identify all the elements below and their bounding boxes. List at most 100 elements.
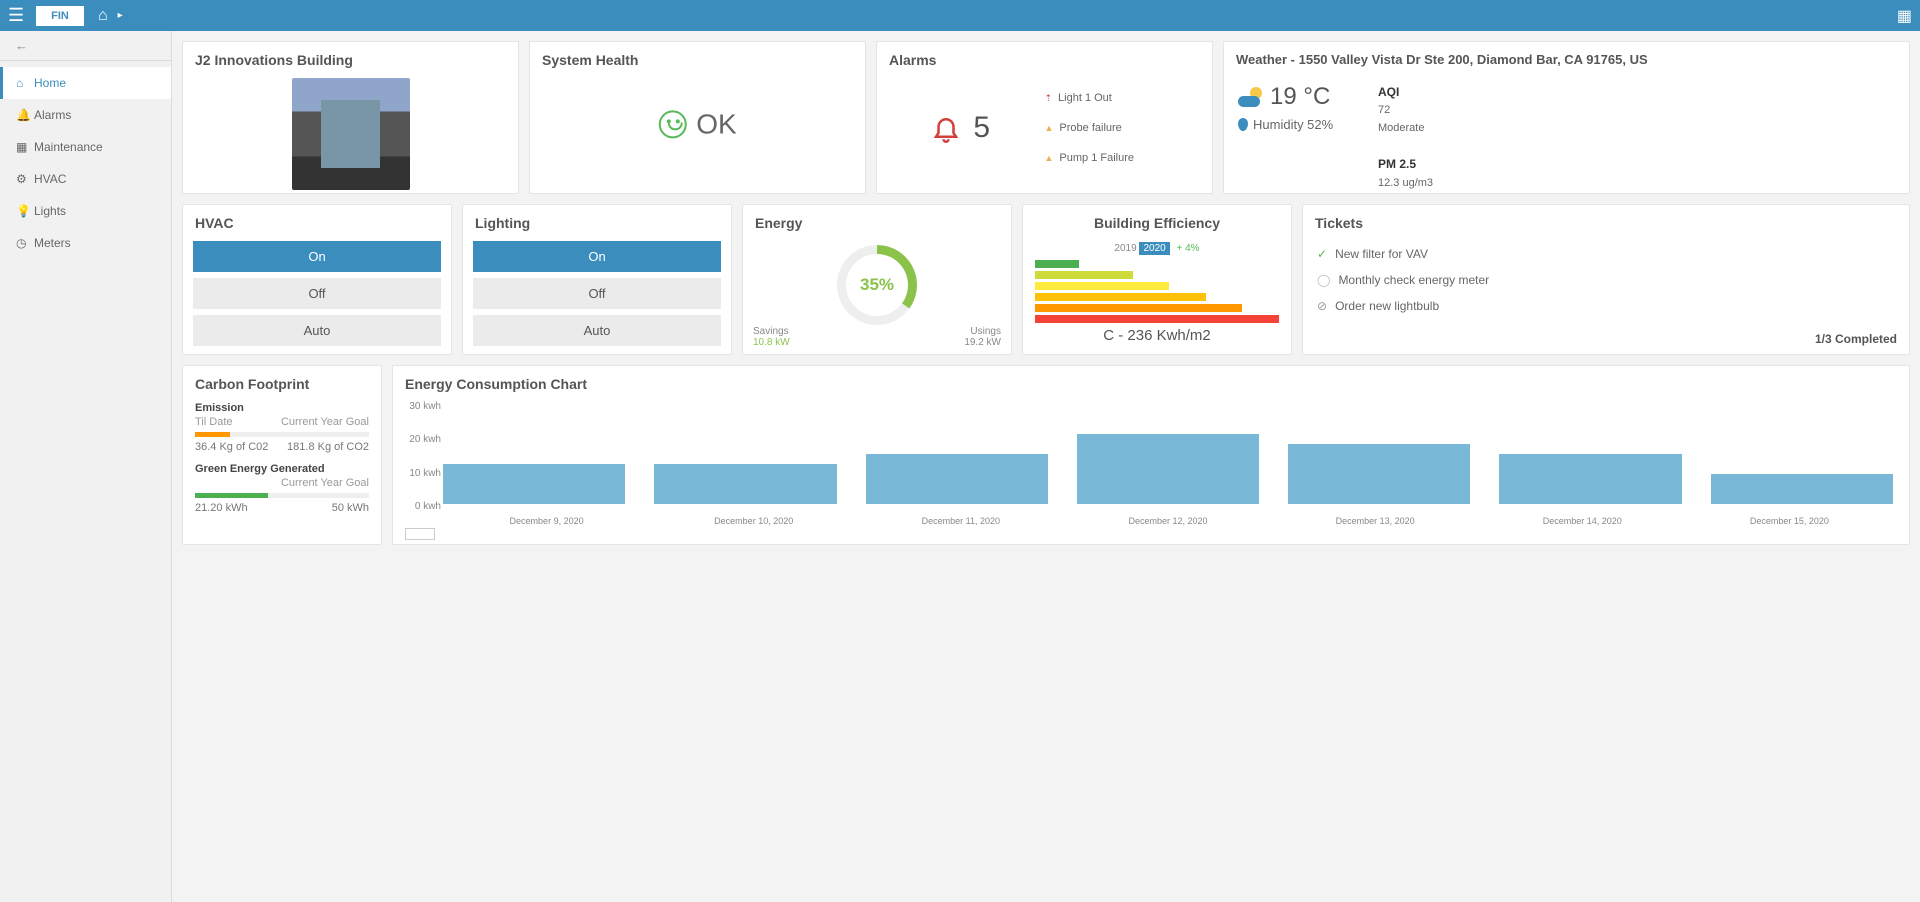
emission-label: Emission (195, 402, 244, 414)
building-title: J2 Innovations Building (183, 42, 518, 78)
nav-icon: ⚙ (16, 172, 34, 186)
ticket-item[interactable]: New filter for VAV (1335, 247, 1428, 261)
back-button[interactable]: ← (0, 31, 171, 61)
tickets-completed: 1/3 Completed (1815, 332, 1897, 346)
nav-icon: 💡 (16, 204, 34, 218)
emission-value: 36.4 Kg of C02 (195, 441, 268, 453)
chart-xlabel: December 10, 2020 (650, 516, 857, 526)
goal-label: Current Year Goal (281, 416, 369, 428)
chart-ytick: 30 kwh (409, 401, 441, 412)
chart-bar[interactable] (1499, 454, 1681, 504)
nav-label: Meters (34, 236, 71, 250)
chart-ytick: 0 kwh (415, 501, 441, 512)
nav-label: Home (34, 76, 66, 90)
chart-ytick: 20 kwh (409, 434, 441, 445)
alarm-item[interactable]: Light 1 Out (1045, 92, 1213, 104)
chart-bar[interactable] (443, 464, 625, 504)
energy-gauge: 35% (837, 245, 917, 325)
chart-xlabel: December 12, 2020 (1064, 516, 1271, 526)
nav-icon: ◷ (16, 236, 34, 250)
chart-xlabel: December 14, 2020 (1479, 516, 1686, 526)
hamburger-icon[interactable]: ☰ (8, 5, 28, 26)
sidebar-item-lights[interactable]: 💡Lights (0, 195, 171, 227)
green-label: Green Energy Generated (195, 463, 325, 475)
smile-icon (658, 110, 686, 138)
lighting-auto-button[interactable]: Auto (473, 315, 721, 346)
nav-label: Alarms (34, 108, 71, 122)
tildate: Til Date (195, 416, 233, 428)
nav-label: Lights (34, 204, 66, 218)
aqi-value: 72 (1378, 104, 1390, 116)
carbon-card: Carbon Footprint Emission Til Date Curren… (182, 365, 382, 545)
chart-bar[interactable] (1711, 474, 1893, 504)
chevron-right-icon[interactable]: ▸ (118, 10, 123, 21)
ticket-item[interactable]: Monthly check energy meter (1338, 273, 1489, 287)
hvac-off-button[interactable]: Off (193, 278, 441, 309)
apps-grid-icon[interactable]: ▦ (1897, 6, 1912, 26)
nav-icon: 🔔 (16, 108, 34, 122)
alarm-item[interactable]: Pump 1 Failure (1045, 152, 1213, 164)
chart-xlabel: December 13, 2020 (1272, 516, 1479, 526)
circle-icon: ◯ (1317, 273, 1330, 287)
sidebar: ← ⌂Home🔔Alarms▦Maintenance⚙HVAC💡Lights◷M… (0, 31, 172, 902)
home-icon[interactable]: ⌂ (98, 7, 108, 25)
pm-label: PM 2.5 (1378, 157, 1416, 171)
sidebar-item-hvac[interactable]: ⚙HVAC (0, 163, 171, 195)
chart-title: Energy Consumption Chart (393, 366, 1909, 402)
eff-title: Building Efficiency (1023, 205, 1291, 241)
energy-chart-card: Energy Consumption Chart 30 kwh 20 kwh 10 … (392, 365, 1910, 545)
sidebar-item-meters[interactable]: ◷Meters (0, 227, 171, 259)
alarms-count: 5 (973, 111, 990, 145)
chart-bar[interactable] (654, 464, 836, 504)
nav-icon: ⌂ (16, 76, 34, 90)
green-value: 21.20 kWh (195, 502, 248, 514)
usings-label: Usings (970, 326, 1001, 337)
hvac-auto-button[interactable]: Auto (193, 315, 441, 346)
app-logo[interactable]: FIN (36, 6, 84, 26)
nav-icon: ▦ (16, 140, 34, 154)
health-status: OK (696, 108, 736, 140)
weather-card: Weather - 1550 Valley Vista Dr Ste 200, … (1223, 41, 1910, 194)
tickets-card: Tickets ✓ New filter for VAV ◯ Monthly che… (1302, 204, 1910, 355)
chart-bar[interactable] (866, 454, 1048, 504)
lighting-card: Lighting On Off Auto (462, 204, 732, 355)
carbon-title: Carbon Footprint (183, 366, 381, 402)
ticket-item[interactable]: Order new lightbulb (1335, 299, 1439, 313)
sidebar-item-alarms[interactable]: 🔔Alarms (0, 99, 171, 131)
tickets-title: Tickets (1303, 205, 1909, 241)
hvac-title: HVAC (183, 205, 451, 241)
system-health-card: System Health OK (529, 41, 866, 194)
sidebar-item-home[interactable]: ⌂Home (0, 67, 171, 99)
usings-value: 19.2 kW (964, 337, 1001, 348)
hvac-on-button[interactable]: On (193, 241, 441, 272)
nav-label: Maintenance (34, 140, 103, 154)
eff-rating: C - 236 Kwh/m2 (1023, 327, 1291, 344)
efficiency-card: Building Efficiency 2019 2020 + 4% C - 2… (1022, 204, 1292, 355)
droplet-icon (1238, 118, 1248, 131)
eff-year2: 2020 (1139, 242, 1169, 255)
check-icon: ✓ (1317, 247, 1327, 261)
lighting-off-button[interactable]: Off (473, 278, 721, 309)
goal-label2: Current Year Goal (281, 477, 369, 489)
efficiency-bars (1035, 260, 1279, 323)
energy-pct: 35% (846, 254, 908, 316)
lighting-on-button[interactable]: On (473, 241, 721, 272)
main-content: J2 Innovations Building System Health OK… (172, 31, 1920, 902)
aqi-label: AQI (1378, 85, 1399, 99)
hvac-card: HVAC On Off Auto (182, 204, 452, 355)
chart-minimap[interactable] (405, 528, 435, 540)
chart-ytick: 10 kwh (409, 468, 441, 479)
chart-bar[interactable] (1077, 434, 1259, 504)
chart-xlabel: December 9, 2020 (443, 516, 650, 526)
pm-value: 12.3 ug/m3 (1378, 177, 1433, 189)
savings-value: 10.8 kW (753, 337, 790, 348)
sidebar-item-maintenance[interactable]: ▦Maintenance (0, 131, 171, 163)
alarms-card: Alarms 5 Light 1 OutProbe failurePump 1 … (876, 41, 1213, 194)
energy-title: Energy (743, 205, 1011, 241)
alarm-item[interactable]: Probe failure (1045, 122, 1213, 134)
nav-label: HVAC (34, 172, 66, 186)
chart-bar[interactable] (1288, 444, 1470, 504)
emission-goal: 181.8 Kg of CO2 (287, 441, 369, 453)
eff-year1: 2019 (1114, 243, 1136, 254)
weather-title: Weather - 1550 Valley Vista Dr Ste 200, … (1224, 42, 1909, 79)
